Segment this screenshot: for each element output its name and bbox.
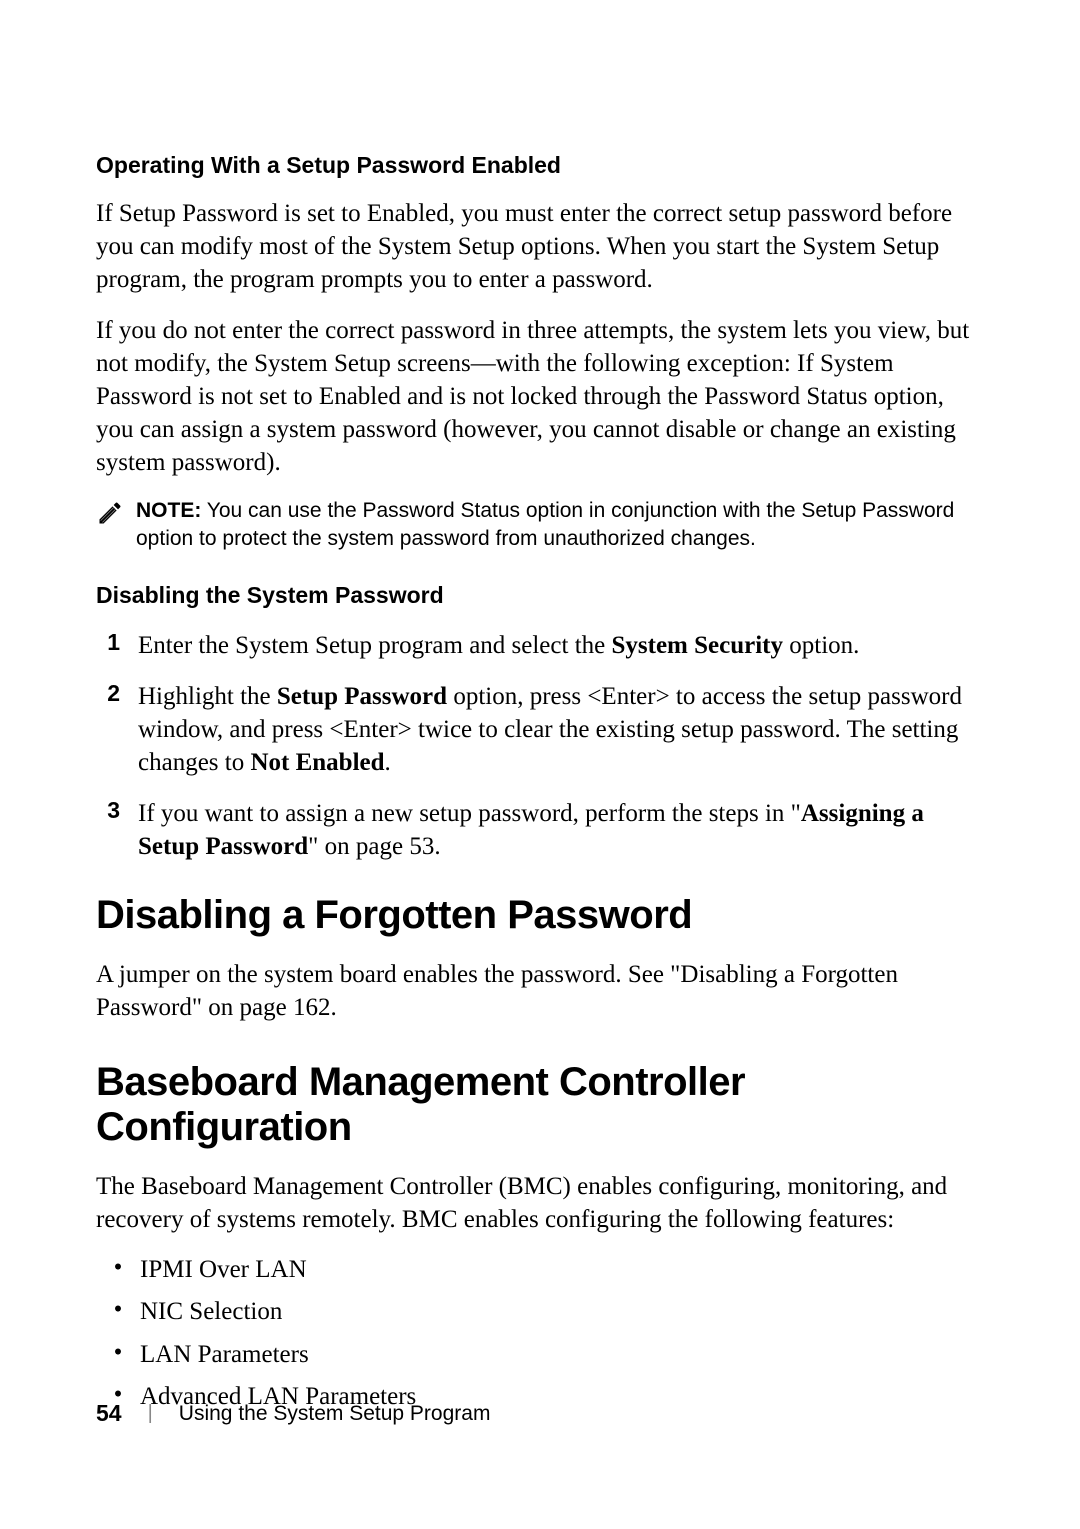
step-body: Highlight the Setup Password option, pre… (138, 680, 984, 779)
note-block: NOTE: You can use the Password Status op… (96, 497, 984, 554)
paragraph: If you do not enter the correct password… (96, 314, 984, 479)
heading-disabling-forgotten-password: Disabling a Forgotten Password (96, 893, 984, 938)
heading-bmc-configuration: Baseboard Management Controller Configur… (96, 1060, 984, 1150)
list-item: • IPMI Over LAN (96, 1254, 984, 1287)
text: . (385, 749, 391, 776)
numbered-steps: 1 Enter the System Setup program and sel… (96, 629, 984, 863)
bullet-text: LAN Parameters (140, 1339, 309, 1372)
page-footer: 54 | Using the System Setup Program (96, 1400, 490, 1427)
list-item: • NIC Selection (96, 1296, 984, 1329)
heading-operating-setup-password: Operating With a Setup Password Enabled (96, 152, 984, 179)
note-text: NOTE: You can use the Password Status op… (136, 497, 984, 554)
note-pencil-icon (96, 499, 124, 527)
document-page: Operating With a Setup Password Enabled … (0, 0, 1080, 1414)
bullet-list: • IPMI Over LAN • NIC Selection • LAN Pa… (96, 1254, 984, 1414)
step-number: 1 (96, 629, 138, 662)
list-item: • LAN Parameters (96, 1339, 984, 1372)
note-body: You can use the Password Status option i… (136, 499, 954, 550)
text: option. (783, 632, 859, 659)
bullet-marker: • (96, 1339, 140, 1367)
step-body: Enter the System Setup program and selec… (138, 629, 859, 662)
text: If you want to assign a new setup passwo… (138, 800, 801, 827)
footer-divider: | (148, 1402, 153, 1425)
list-item: 1 Enter the System Setup program and sel… (96, 629, 984, 662)
bullet-text: NIC Selection (140, 1296, 282, 1329)
bullet-marker: • (96, 1296, 140, 1324)
step-number: 3 (96, 797, 138, 863)
paragraph: The Baseboard Management Controller (BMC… (96, 1170, 984, 1236)
paragraph: If Setup Password is set to Enabled, you… (96, 197, 984, 296)
bold-text: Setup Password (277, 683, 447, 710)
footer-section-title: Using the System Setup Program (179, 1402, 491, 1426)
step-number: 2 (96, 680, 138, 779)
text: Highlight the (138, 683, 277, 710)
bold-text: System Security (612, 632, 784, 659)
heading-disabling-system-password: Disabling the System Password (96, 582, 984, 609)
bullet-text: IPMI Over LAN (140, 1254, 307, 1287)
list-item: 2 Highlight the Setup Password option, p… (96, 680, 984, 779)
page-number: 54 (96, 1400, 122, 1427)
bullet-marker: • (96, 1254, 140, 1282)
note-label: NOTE: (136, 499, 201, 522)
text: " on page 53. (308, 833, 440, 860)
paragraph: A jumper on the system board enables the… (96, 958, 984, 1024)
list-item: 3 If you want to assign a new setup pass… (96, 797, 984, 863)
text: Enter the System Setup program and selec… (138, 632, 612, 659)
bold-text: Not Enabled (250, 749, 384, 776)
step-body: If you want to assign a new setup passwo… (138, 797, 984, 863)
